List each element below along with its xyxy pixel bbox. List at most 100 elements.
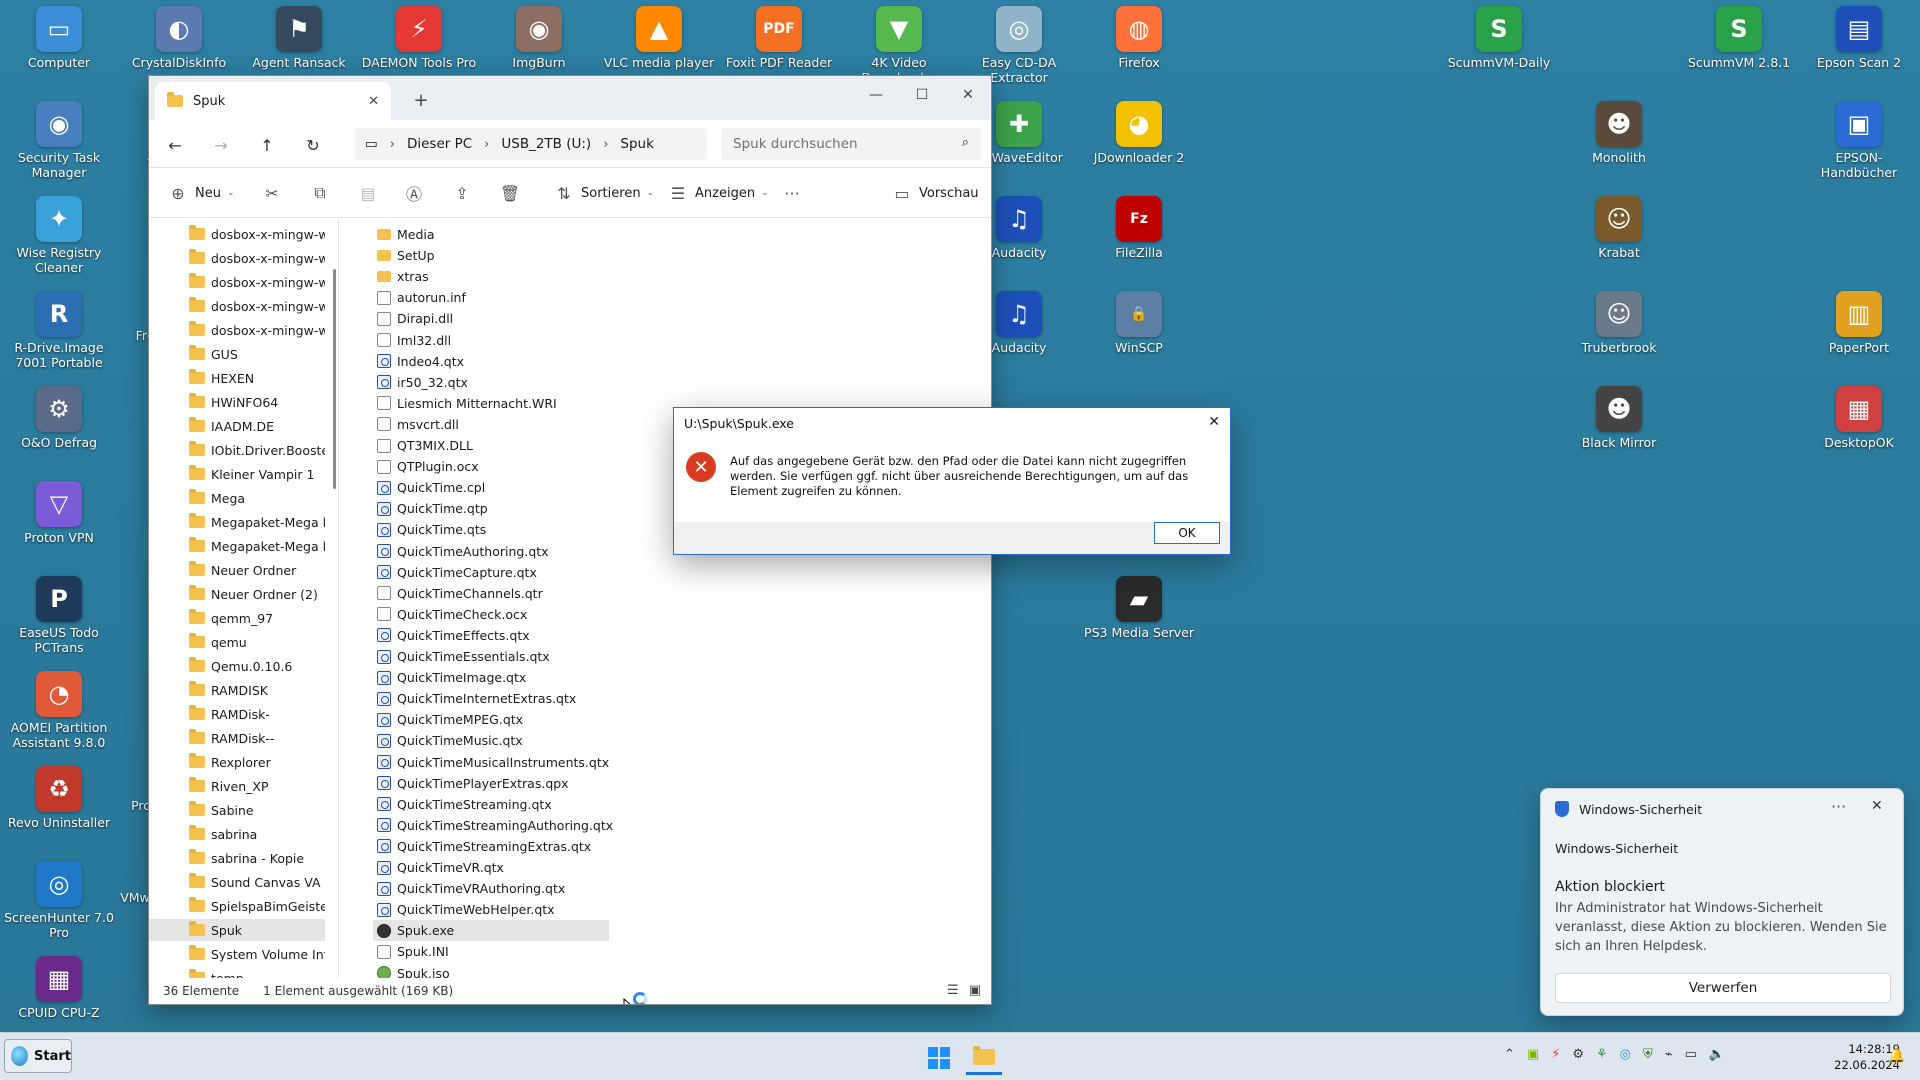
breadcrumb-this-pc[interactable]: Dieser PC bbox=[407, 136, 472, 152]
daemon-tools-tray-icon[interactable]: ⚡ bbox=[1551, 1047, 1560, 1062]
up-button[interactable]: ↑ bbox=[253, 132, 281, 158]
file-row[interactable]: QuickTimeMusicalInstruments.qtx bbox=[373, 752, 609, 773]
file-row[interactable]: QuickTimeMPEG.qtx bbox=[373, 709, 609, 730]
desktop-icon[interactable]: ♻ Revo Uninstaller bbox=[0, 766, 118, 830]
file-row[interactable]: QuickTimeCheck.ocx bbox=[373, 604, 609, 625]
details-view-icon[interactable]: ☰ bbox=[947, 983, 959, 998]
search-input[interactable]: Spuk durchsuchen ⌕ bbox=[721, 128, 981, 160]
nav-folder-item[interactable]: qemu bbox=[149, 631, 325, 653]
nvidia-icon[interactable]: ▣ bbox=[1527, 1047, 1539, 1062]
file-row[interactable]: msvcrt.dll bbox=[373, 414, 609, 435]
nav-folder-item[interactable]: qemm_97 bbox=[149, 607, 325, 629]
file-row[interactable]: QuickTimeChannels.qtr bbox=[373, 583, 609, 604]
address-bar[interactable]: ▭ › Dieser PC › USB_2TB (U:) › Spuk bbox=[355, 128, 707, 160]
nav-folder-item[interactable]: dosbox-x-mingw-win3 bbox=[149, 247, 325, 269]
desktop-icon[interactable]: ◐ CrystalDiskInfo bbox=[120, 6, 238, 70]
file-row[interactable]: QuickTimeVR.qtx bbox=[373, 857, 609, 878]
network-icon[interactable]: ▭ bbox=[1685, 1047, 1697, 1062]
desktop-icon[interactable]: ⚑ Agent Ransack bbox=[240, 6, 358, 70]
file-row[interactable]: QuickTimeInternetExtras.qtx bbox=[373, 688, 609, 709]
desktop-icon[interactable]: ◔ AOMEI Partition Assistant 9.8.0 bbox=[0, 671, 118, 750]
dialog-close-icon[interactable]: ✕ bbox=[1208, 414, 1220, 430]
desktop-icon[interactable]: PDF Foxit PDF Reader bbox=[720, 6, 838, 70]
new-tab-button[interactable]: + bbox=[407, 86, 435, 114]
file-row[interactable]: QTPlugin.ocx bbox=[373, 456, 609, 477]
nav-folder-item[interactable]: HWiNFO64 bbox=[149, 391, 325, 413]
desktop-icon[interactable]: ☺ Truberbrook bbox=[1560, 291, 1678, 355]
nav-folder-item[interactable]: dosbox-x-mingw-win3 bbox=[149, 223, 325, 245]
nav-folder-item[interactable]: dosbox-x-mingw-wint bbox=[149, 271, 325, 293]
desktop-icon[interactable]: ▤ Epson Scan 2 bbox=[1800, 6, 1918, 70]
back-button[interactable]: ← bbox=[161, 132, 189, 158]
nav-folder-item[interactable]: Neuer Ordner bbox=[149, 559, 325, 581]
file-row[interactable]: Spuk.iso bbox=[373, 963, 609, 978]
share-button[interactable]: ⇪ bbox=[451, 178, 473, 208]
nav-folder-item[interactable]: Sound Canvas VA v1.1. bbox=[149, 871, 325, 893]
file-row[interactable]: QuickTimeStreaming.qtx bbox=[373, 794, 609, 815]
nav-folder-item[interactable]: dosbox-x-mingw-wint bbox=[149, 319, 325, 341]
volume-icon[interactable]: 🔈 bbox=[1709, 1047, 1725, 1062]
explorer-tab[interactable]: Spuk ✕ bbox=[155, 82, 391, 120]
file-row[interactable]: Dirapi.dll bbox=[373, 308, 609, 329]
desktop-icon[interactable]: ⚙ O&O Defrag bbox=[0, 386, 118, 450]
notification-close-icon[interactable]: ✕ bbox=[1871, 798, 1883, 814]
desktop-icon[interactable]: ◍ Firefox bbox=[1080, 6, 1198, 70]
file-row[interactable]: autorun.inf bbox=[373, 287, 609, 308]
nav-folder-item[interactable]: temp bbox=[149, 967, 325, 978]
rename-button[interactable]: Ⓐ bbox=[403, 178, 425, 208]
file-row[interactable]: SetUp bbox=[373, 245, 609, 266]
new-button[interactable]: ⊕ Neu ⌄ bbox=[167, 178, 234, 208]
desktop-icon[interactable]: ▥ PaperPort bbox=[1800, 291, 1918, 355]
close-tab-icon[interactable]: ✕ bbox=[368, 94, 379, 109]
nav-folder-item[interactable]: Megapaket-Mega lo M bbox=[149, 511, 325, 533]
desktop-icon[interactable]: ▰ PS3 Media Server bbox=[1080, 576, 1198, 640]
nav-folder-item[interactable]: System Volume Inform bbox=[149, 943, 325, 965]
minimize-button[interactable]: — bbox=[853, 80, 899, 110]
file-row[interactable]: Media bbox=[373, 224, 609, 245]
tiles-view-icon[interactable]: ▣ bbox=[969, 983, 981, 998]
nav-folder-item[interactable]: Qemu.0.10.6 bbox=[149, 655, 325, 677]
copy-button[interactable]: ⧉ bbox=[309, 178, 331, 208]
preview-button[interactable]: ▭ Vorschau bbox=[891, 178, 978, 208]
desktop-icon[interactable]: ☻ Black Mirror bbox=[1560, 386, 1678, 450]
desktop-icon[interactable]: ◉ Security Task Manager bbox=[0, 101, 118, 180]
notification-bell-icon[interactable]: 🔔 bbox=[1888, 1048, 1905, 1064]
nav-folder-item[interactable]: RAMDisk-- bbox=[149, 727, 325, 749]
chevron-up-icon[interactable]: ⌃ bbox=[1504, 1047, 1515, 1062]
file-row[interactable]: QuickTimePlayerExtras.qpx bbox=[373, 773, 609, 794]
dismiss-button[interactable]: Verwerfen bbox=[1555, 973, 1891, 1003]
nav-folder-item[interactable]: RAMDISK bbox=[149, 679, 325, 701]
desktop-icon[interactable]: R R-Drive.Image 7001 Portable bbox=[0, 291, 118, 370]
file-row[interactable]: Spuk.exe bbox=[373, 920, 609, 942]
sort-button[interactable]: ⇅ Sortieren ⌄ bbox=[553, 178, 654, 208]
file-row[interactable]: QuickTimeVRAuthoring.qtx bbox=[373, 878, 609, 899]
nav-folder-item[interactable]: RAMDisk- bbox=[149, 703, 325, 725]
forward-button[interactable]: → bbox=[207, 132, 235, 158]
nav-folder-item[interactable]: GUS bbox=[149, 343, 325, 365]
nav-scrollbar[interactable] bbox=[333, 269, 336, 489]
file-row[interactable]: QuickTime.qtp bbox=[373, 498, 609, 519]
more-options-button[interactable]: ··· bbox=[781, 178, 803, 208]
file-row[interactable]: QuickTimeWebHelper.qtx bbox=[373, 899, 609, 920]
windows-logo-icon[interactable] bbox=[928, 1047, 950, 1069]
nav-folder-item[interactable]: SpielspaBimGeistersch bbox=[149, 895, 325, 917]
desktop-icon[interactable]: ☻ Monolith bbox=[1560, 101, 1678, 165]
desktop-icon[interactable]: ◕ JDownloader 2 bbox=[1080, 101, 1198, 165]
file-row[interactable]: xtras bbox=[373, 266, 609, 287]
nav-folder-item[interactable]: Sabine bbox=[149, 799, 325, 821]
defender-icon[interactable]: ⛨ bbox=[1643, 1047, 1653, 1062]
nav-folder-item[interactable]: HEXEN bbox=[149, 367, 325, 389]
notification-more-icon[interactable]: ··· bbox=[1831, 797, 1846, 816]
desktop-icon[interactable]: ▲ VLC media player bbox=[600, 6, 718, 70]
tray-sync-icon[interactable]: ◎ bbox=[1620, 1047, 1631, 1062]
paste-button[interactable]: ▤ bbox=[357, 178, 379, 208]
nav-folder-item[interactable]: dosbox-x-mingw-wint bbox=[149, 295, 325, 317]
desktop-icon[interactable]: ▣ EPSON-Handbücher bbox=[1800, 101, 1918, 180]
file-row[interactable]: QuickTime.qts bbox=[373, 519, 609, 540]
desktop-icon[interactable]: ◎ ScreenHunter 7.0 Pro bbox=[0, 861, 118, 940]
breadcrumb-folder[interactable]: Spuk bbox=[620, 136, 654, 152]
file-row[interactable]: Liesmich Mitternacht.WRI bbox=[373, 393, 609, 414]
refresh-button[interactable]: ↻ bbox=[299, 132, 327, 158]
close-window-button[interactable]: ✕ bbox=[945, 80, 991, 110]
desktop-icon[interactable]: ✦ Wise Registry Cleaner bbox=[0, 196, 118, 275]
